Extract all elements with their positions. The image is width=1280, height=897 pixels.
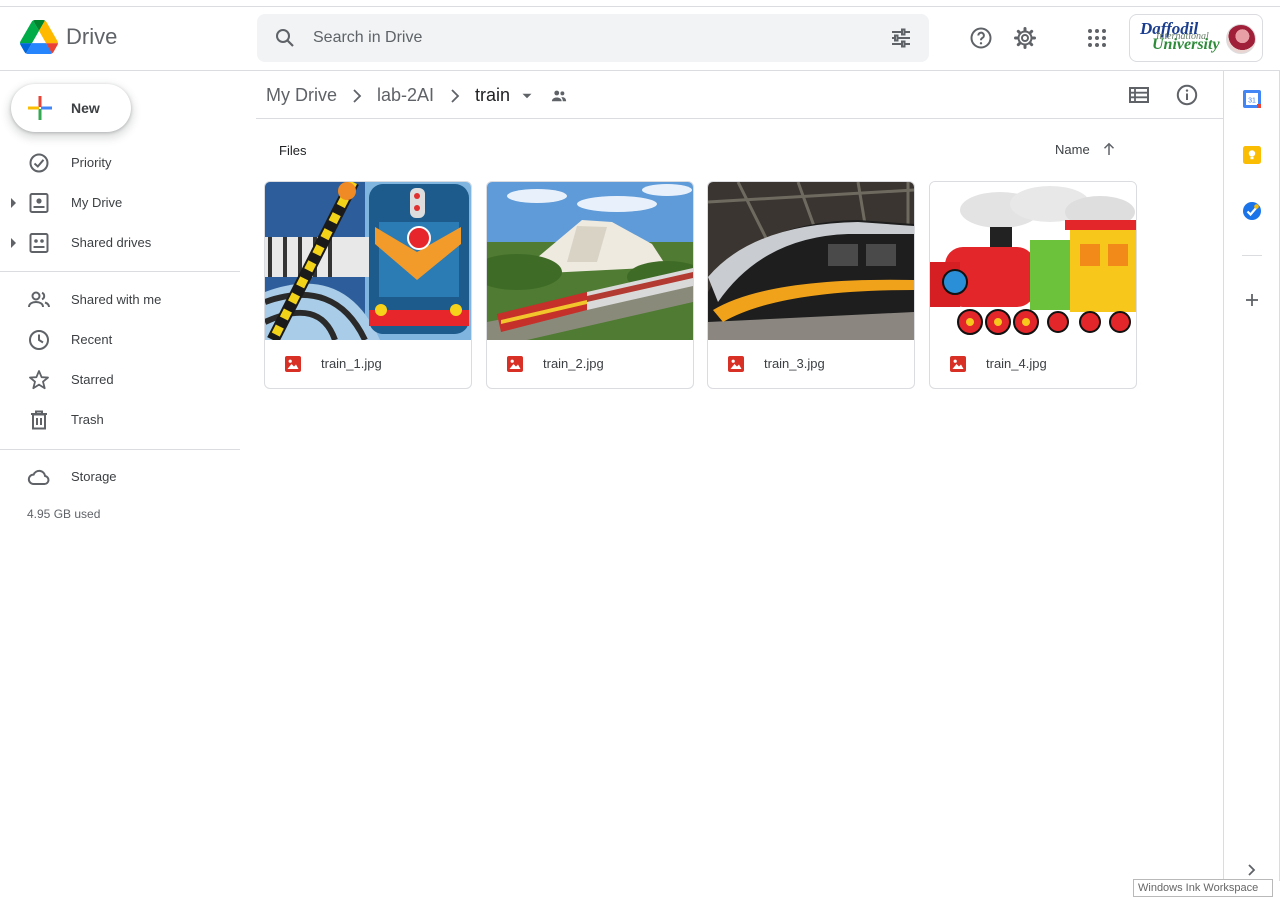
nav-divider (0, 449, 240, 450)
sidebar-item-storage[interactable]: Storage (0, 459, 240, 495)
apps-grid-icon[interactable] (1085, 26, 1109, 50)
sidebar-item-label: Shared drives (71, 235, 152, 250)
sidebar-item-shared-with-me[interactable]: Shared with me (0, 282, 240, 318)
file-name: train_4.jpg (986, 356, 1047, 371)
sidebar-item-shared-drives[interactable]: Shared drives (0, 225, 240, 261)
sidebar-item-label: Trash (71, 412, 104, 427)
sidebar-item-label: Starred (71, 372, 114, 387)
sort-by-name-button[interactable]: Name (1055, 142, 1090, 157)
shared-with-me-icon (28, 291, 50, 308)
drive-logo-icon (20, 20, 58, 54)
list-view-icon[interactable] (1127, 83, 1151, 107)
chevron-right-icon (353, 89, 362, 103)
chevron-right-icon (451, 89, 460, 103)
trash-icon (31, 410, 47, 430)
file-card[interactable]: train_1.jpg (264, 181, 472, 389)
nav-divider (0, 271, 240, 272)
image-file-icon (285, 356, 301, 372)
chevron-down-icon[interactable] (518, 87, 536, 105)
file-card[interactable]: train_2.jpg (486, 181, 694, 389)
image-file-icon (728, 356, 744, 372)
search-options-icon[interactable] (889, 26, 913, 50)
file-thumbnail (708, 182, 914, 340)
star-icon (29, 370, 49, 390)
arrow-up-icon[interactable] (1100, 140, 1118, 158)
file-card[interactable]: train_4.jpg (929, 181, 1137, 389)
sidebar-item-starred[interactable]: Starred (0, 362, 240, 398)
settings-gear-icon[interactable] (1013, 26, 1037, 50)
sidebar-item-recent[interactable]: Recent (0, 322, 240, 358)
svg-text:31: 31 (1248, 98, 1256, 105)
my-drive-icon (29, 193, 49, 213)
breadcrumb: My Drive lab-2AI train (256, 71, 1223, 119)
sidebar-item-label: Recent (71, 332, 113, 347)
left-navigation: New Priority My Drive Shared drives Shar… (0, 71, 256, 897)
shared-folder-icon (551, 90, 567, 102)
breadcrumb-item-lab-2ai[interactable]: lab-2AI (377, 85, 434, 106)
sidebar-item-my-drive[interactable]: My Drive (0, 185, 240, 221)
search-input[interactable] (313, 24, 873, 52)
shared-drives-icon (29, 233, 49, 253)
top-bar: Drive Search in Drive Daffodil Internati… (0, 7, 1280, 71)
breadcrumb-item-current[interactable]: train (475, 85, 510, 106)
file-card[interactable]: train_3.jpg (707, 181, 915, 389)
plus-icon (28, 96, 52, 120)
file-name: train_1.jpg (321, 356, 382, 371)
info-icon[interactable] (1175, 83, 1199, 107)
new-button-label: New (71, 100, 100, 116)
sidebar-item-label: Shared with me (71, 292, 162, 307)
tasks-icon[interactable] (1242, 201, 1262, 221)
sidebar-item-label: My Drive (71, 195, 123, 210)
cloud-icon (27, 469, 50, 485)
add-icon[interactable] (1242, 290, 1262, 310)
chevron-right-icon[interactable] (1242, 860, 1262, 880)
help-icon[interactable] (969, 26, 993, 50)
file-name: train_2.jpg (543, 356, 604, 371)
sidebar-item-priority[interactable]: Priority (0, 145, 240, 181)
windows-ink-workspace-tooltip: Windows Ink Workspace (1133, 879, 1273, 897)
file-name: train_3.jpg (764, 356, 825, 371)
sidebar-item-trash[interactable]: Trash (0, 402, 240, 438)
image-file-icon (950, 356, 966, 372)
search-icon[interactable] (273, 26, 297, 50)
expand-caret-icon[interactable] (11, 238, 16, 248)
side-panel-divider (1242, 255, 1262, 256)
app-name: Drive (66, 24, 118, 49)
side-panel: 31 (1223, 71, 1280, 897)
files-section-heading: Files (279, 143, 307, 158)
clock-icon (29, 330, 49, 350)
new-button[interactable]: New (11, 84, 131, 132)
expand-caret-icon[interactable] (11, 198, 16, 208)
avatar[interactable] (1226, 24, 1256, 54)
file-thumbnail (265, 182, 471, 340)
image-file-icon (507, 356, 523, 372)
priority-icon (29, 153, 49, 173)
breadcrumb-item-my-drive[interactable]: My Drive (266, 85, 337, 106)
sidebar-item-label: Storage (71, 469, 117, 484)
storage-used-text: 4.95 GB used (27, 507, 101, 521)
search-bar[interactable] (257, 14, 929, 62)
file-thumbnail (930, 182, 1136, 340)
drive-logo[interactable]: Drive (20, 20, 117, 54)
org-logo-text-2: University (1152, 36, 1220, 53)
keep-icon[interactable] (1242, 145, 1262, 165)
calendar-icon[interactable]: 31 (1242, 89, 1262, 109)
file-thumbnail (487, 182, 693, 340)
sidebar-item-label: Priority (71, 155, 112, 170)
account-switcher[interactable]: Daffodil International University (1129, 14, 1263, 62)
